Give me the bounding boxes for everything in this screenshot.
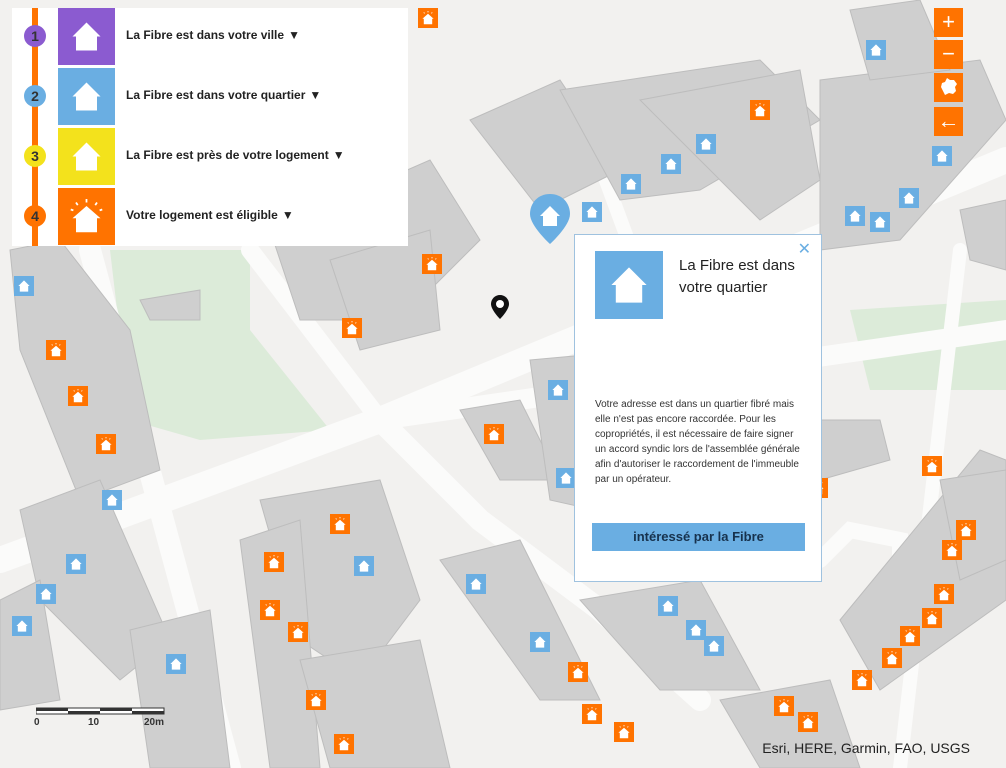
eligible-home-marker-icon[interactable]: [956, 520, 976, 540]
step-number: 2: [24, 85, 46, 107]
eligible-home-marker-icon[interactable]: [750, 100, 770, 120]
zoom-in-button[interactable]: +: [934, 8, 963, 37]
fiber-quartier-marker-icon[interactable]: [166, 654, 186, 674]
eligible-home-marker-icon[interactable]: [288, 622, 308, 642]
fiber-quartier-marker-icon[interactable]: [845, 206, 865, 226]
eligible-home-marker-icon[interactable]: [334, 734, 354, 754]
house-icon: [595, 251, 663, 319]
map-attribution: Esri, HERE, Garmin, FAO, USGS: [762, 740, 970, 756]
fiber-quartier-marker-icon[interactable]: [530, 632, 550, 652]
popup-description: Votre adresse est dans un quartier fibré…: [595, 399, 800, 485]
fiber-quartier-marker-icon[interactable]: [466, 574, 486, 594]
fiber-quartier-marker-icon[interactable]: [696, 134, 716, 154]
interested-fiber-button[interactable]: intéressé par la Fibre: [592, 523, 805, 551]
eligible-home-marker-icon[interactable]: [882, 648, 902, 668]
dropdown-arrow-icon: ▼: [288, 28, 300, 42]
eligible-home-marker-icon[interactable]: [942, 540, 962, 560]
eligible-home-marker-icon[interactable]: [68, 386, 88, 406]
eligible-home-marker-icon[interactable]: [934, 584, 954, 604]
back-button[interactable]: ←: [934, 107, 963, 136]
eligible-home-marker-icon[interactable]: [96, 434, 116, 454]
eligible-home-marker-icon[interactable]: [922, 608, 942, 628]
eligible-home-marker-icon[interactable]: [418, 8, 438, 28]
fiber-quartier-marker-icon[interactable]: [621, 174, 641, 194]
eligible-home-marker-icon[interactable]: [774, 696, 794, 716]
legend-label: Votre logement est éligible ▼: [126, 208, 294, 222]
fiber-quartier-marker-icon[interactable]: [704, 636, 724, 656]
house-icon: [58, 128, 115, 185]
dropdown-arrow-icon: ▼: [309, 88, 322, 102]
popup-title: La Fibre est dans votre quartier: [679, 257, 795, 296]
eligible-home-marker-icon[interactable]: [260, 600, 280, 620]
step-number: 3: [24, 145, 46, 167]
eligible-home-marker-icon[interactable]: [306, 690, 326, 710]
fiber-quartier-marker-icon[interactable]: [354, 556, 374, 576]
address-pin-icon[interactable]: [490, 294, 510, 320]
fiber-quartier-marker-icon[interactable]: [14, 276, 34, 296]
legend-label: La Fibre est dans votre quartier ▼: [126, 88, 322, 102]
eligible-home-marker-icon[interactable]: [798, 712, 818, 732]
scale-label: 20m: [144, 717, 165, 728]
eligible-home-marker-icon[interactable]: [342, 318, 362, 338]
legend-label: La Fibre est dans votre ville ▼: [126, 28, 300, 42]
fiber-quartier-marker-icon[interactable]: [102, 490, 122, 510]
fiber-quartier-marker-icon[interactable]: [899, 188, 919, 208]
step-number: 1: [24, 25, 46, 47]
dropdown-arrow-icon: ▼: [332, 148, 345, 162]
eligible-home-marker-icon[interactable]: [422, 254, 442, 274]
fiber-status-legend: 1 La Fibre est dans votre ville ▼ 2 La Fi…: [12, 8, 408, 246]
fiber-quartier-marker-icon[interactable]: [686, 620, 706, 640]
house-eligible-icon: [58, 188, 115, 245]
france-map-icon: [940, 78, 957, 95]
fiber-quartier-marker-icon[interactable]: [661, 154, 681, 174]
legend-item-quartier[interactable]: 2 La Fibre est dans votre quartier ▼: [12, 68, 408, 125]
eligible-home-marker-icon[interactable]: [900, 626, 920, 646]
scale-bar: [36, 707, 165, 715]
france-view-button[interactable]: [934, 73, 963, 102]
info-popup: ✕ La Fibre est dans votre quartier Votre…: [574, 234, 822, 582]
dropdown-arrow-icon: ▼: [281, 208, 294, 222]
eligible-home-marker-icon[interactable]: [852, 670, 872, 690]
fiber-quartier-marker-icon[interactable]: [932, 146, 952, 166]
step-number: 4: [24, 205, 46, 227]
zoom-out-button[interactable]: −: [934, 40, 963, 69]
legend-item-eligible[interactable]: 4 Votre logement est éligible ▼: [12, 188, 408, 245]
selected-location-pin-icon[interactable]: [528, 192, 572, 246]
fiber-quartier-marker-icon[interactable]: [556, 468, 576, 488]
eligible-home-marker-icon[interactable]: [46, 340, 66, 360]
house-icon: [58, 8, 115, 65]
eligible-home-marker-icon[interactable]: [568, 662, 588, 682]
legend-label: La Fibre est près de votre logement ▼: [126, 148, 345, 162]
fiber-quartier-marker-icon[interactable]: [582, 202, 602, 222]
scale-label: 0: [34, 717, 40, 728]
fiber-quartier-marker-icon[interactable]: [12, 616, 32, 636]
scale-label: 10: [88, 717, 100, 728]
legend-item-logement[interactable]: 3 La Fibre est près de votre logement ▼: [12, 128, 408, 185]
eligible-home-marker-icon[interactable]: [264, 552, 284, 572]
legend-item-ville[interactable]: 1 La Fibre est dans votre ville ▼: [12, 8, 408, 65]
fiber-quartier-marker-icon[interactable]: [548, 380, 568, 400]
eligible-home-marker-icon[interactable]: [922, 456, 942, 476]
house-icon: [58, 68, 115, 125]
eligible-home-marker-icon[interactable]: [330, 514, 350, 534]
fiber-quartier-marker-icon[interactable]: [658, 596, 678, 616]
fiber-quartier-marker-icon[interactable]: [36, 584, 56, 604]
eligible-home-marker-icon[interactable]: [582, 704, 602, 724]
fiber-quartier-marker-icon[interactable]: [66, 554, 86, 574]
fiber-quartier-marker-icon[interactable]: [866, 40, 886, 60]
eligible-home-marker-icon[interactable]: [614, 722, 634, 742]
eligible-home-marker-icon[interactable]: [484, 424, 504, 444]
fiber-quartier-marker-icon[interactable]: [870, 212, 890, 232]
